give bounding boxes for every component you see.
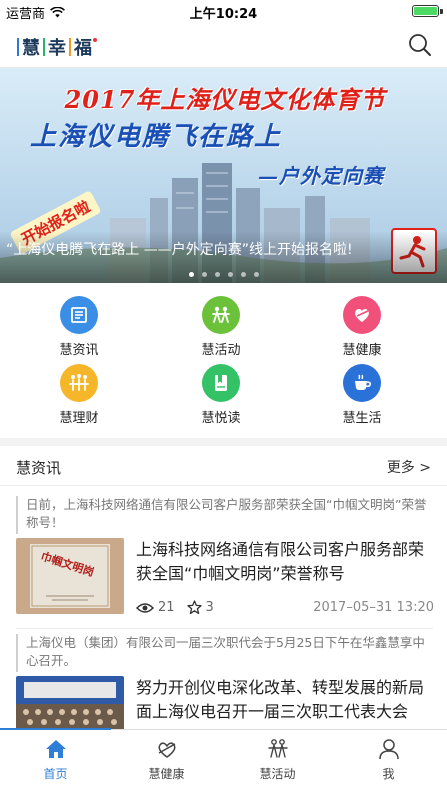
star-icon[interactable] <box>186 600 202 615</box>
battery-icon <box>412 5 439 17</box>
tab-home[interactable]: 首页 <box>0 728 111 794</box>
status-bar: 运营商 上午10:24 <box>0 0 447 22</box>
active-tab-indicator <box>0 728 111 730</box>
news-item[interactable]: 上海仪电（集团）有限公司一届三次职代会于5月25日下午在华鑫慧享中心召开。 努力… <box>16 634 433 729</box>
news-summary: 日前，上海科技网络通信有限公司客户服务部荣获全国“巾帼文明岗”荣誉称号！ <box>16 496 433 534</box>
activity-icon <box>202 296 240 334</box>
news-icon <box>60 296 98 334</box>
logo-char: 幸 <box>48 38 66 59</box>
menu-label: 慧生活 <box>342 411 382 426</box>
logo-bar <box>43 38 45 56</box>
news-section-header: 慧资讯 更多 > <box>0 446 447 486</box>
news-title: 努力开创仪电深化改革、转型发展的新局面上海仪电召开一届三次职工代表大会 <box>136 678 425 721</box>
tab-activity[interactable]: 慧活动 <box>222 730 333 794</box>
menu-label: 慧悦读 <box>201 411 241 426</box>
news-thumbnail <box>16 676 124 729</box>
banner-headline-1: 2017年上海仪电文化体育节 <box>64 85 386 114</box>
logo-bar <box>69 38 71 56</box>
menu-label: 慧理财 <box>59 411 99 426</box>
app-logo: 慧 幸 福 <box>14 34 97 60</box>
status-time: 上午10:24 <box>189 7 258 22</box>
user-icon <box>378 739 399 760</box>
carousel-dot[interactable] <box>214 272 220 277</box>
tab-me[interactable]: 我 <box>333 730 444 794</box>
logo-dot <box>93 38 97 42</box>
quick-menu: 慧资讯 慧活动 慧健康 慧理财 慧悦读 慧生活 <box>0 290 447 430</box>
banner-headline-3: —户外定向赛 <box>258 164 384 188</box>
carousel-dot[interactable] <box>188 272 194 277</box>
carousel-dots[interactable] <box>0 272 447 277</box>
section-separator <box>0 438 447 446</box>
menu-item-news[interactable]: 慧资讯 <box>24 296 134 358</box>
promo-banner[interactable]: 2017年上海仪电文化体育节 上海仪电腾飞在路上 —户外定向赛 开始报名啦 “上… <box>0 68 447 283</box>
home-icon <box>45 740 66 758</box>
carousel-dot[interactable] <box>240 272 246 277</box>
star-count: 3 <box>205 600 214 615</box>
eye-icon <box>136 602 154 613</box>
reading-icon <box>202 364 240 402</box>
view-count: 21 <box>158 600 175 615</box>
banner-headline-2: 上海仪电腾飞在路上 <box>30 122 283 152</box>
tab-label: 首页 <box>43 767 68 781</box>
carousel-dot[interactable] <box>253 272 259 277</box>
news-item[interactable]: 日前，上海科技网络通信有限公司客户服务部荣获全国“巾帼文明岗”荣誉称号！ 巾帼文… <box>16 496 434 622</box>
news-thumbnail: 巾帼文明岗 <box>16 538 124 614</box>
life-icon <box>343 364 381 402</box>
finance-icon <box>60 364 98 402</box>
news-meta: 21 3 2017–05–31 13:20 <box>136 600 434 615</box>
tab-label: 慧活动 <box>259 767 296 781</box>
tab-label: 慧健康 <box>148 767 185 781</box>
health-icon <box>343 296 381 334</box>
banner-caption: “上海仪电腾飞在路上 ——户外定向赛”线上开始报名啦! <box>6 242 353 258</box>
logo-char: 慧 <box>22 38 40 59</box>
news-summary: 上海仪电（集团）有限公司一届三次职代会于5月25日下午在华鑫慧享中心召开。 <box>16 634 433 672</box>
news-date: 2017–05–31 13:20 <box>313 600 434 615</box>
battery-tip <box>440 9 443 14</box>
carousel-dot[interactable] <box>201 272 207 277</box>
logo-bar <box>17 38 19 56</box>
menu-label: 慧健康 <box>342 343 382 358</box>
news-title: 上海科技网络通信有限公司客户服务部荣获全国“巾帼文明岗”荣誉称号 <box>136 540 425 583</box>
menu-label: 慧资讯 <box>59 343 99 358</box>
carousel-dot[interactable] <box>227 272 233 277</box>
menu-item-life[interactable]: 慧生活 <box>307 364 417 426</box>
menu-item-health[interactable]: 慧健康 <box>307 296 417 358</box>
tab-health[interactable]: 慧健康 <box>111 730 222 794</box>
app-header: 慧 幸 福 <box>0 22 447 68</box>
menu-label: 慧活动 <box>201 343 241 358</box>
people-icon <box>267 739 288 758</box>
menu-item-reading[interactable]: 慧悦读 <box>166 364 276 426</box>
news-divider <box>16 628 433 629</box>
section-title: 慧资讯 <box>16 459 62 477</box>
bottom-tab-bar: 首页 慧健康 慧活动 我 <box>0 728 447 794</box>
tab-label: 我 <box>382 767 395 781</box>
more-link[interactable]: 更多 > <box>387 457 431 477</box>
menu-item-activity[interactable]: 慧活动 <box>166 296 276 358</box>
menu-item-finance[interactable]: 慧理财 <box>24 364 134 426</box>
health-leaf-icon <box>158 742 175 758</box>
search-icon[interactable] <box>407 32 433 58</box>
logo-char: 福 <box>74 38 92 59</box>
